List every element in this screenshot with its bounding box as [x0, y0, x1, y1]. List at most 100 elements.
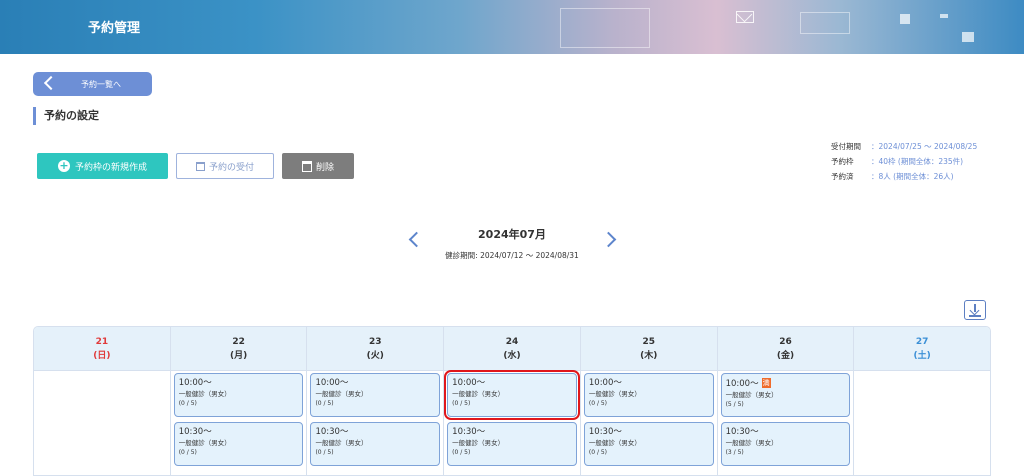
full-badge: 満	[761, 378, 771, 388]
slot-name: 一般健診（男女）	[588, 439, 641, 447]
reservation-slot[interactable]: 10:30～ 一般健診（男女） (0 / 5)	[583, 422, 714, 466]
back-button-label: 予約一覧へ	[81, 80, 121, 89]
accept-label: 予約の受付	[208, 162, 254, 173]
reservation-slot[interactable]: 10:00～ 一般健診（男女） (0 / 5)	[583, 373, 714, 417]
accept-reservation-button[interactable]: 予約の受付	[176, 153, 274, 179]
delete-button[interactable]: 削除	[282, 153, 354, 179]
period-key: 受付期間	[831, 142, 861, 151]
decor-block	[900, 14, 910, 24]
reservation-slot[interactable]: 10:30～ 一般健診（男女） (3 / 5)	[720, 422, 851, 466]
slot-time: 10:00～	[452, 378, 486, 388]
day-header-25: 25 (木)	[581, 327, 718, 370]
day-header-22: 22 (月)	[171, 327, 308, 370]
trash-icon	[301, 160, 312, 172]
delete-label: 削除	[315, 162, 334, 173]
slot-count: (0 / 5)	[588, 449, 608, 456]
day-date: 25	[642, 337, 655, 347]
day-date: 26	[779, 337, 792, 347]
reservation-slot[interactable]: 10:30～ 一般健診（男女） (0 / 5)	[173, 422, 304, 466]
mail-icon	[736, 11, 754, 23]
day-header-23: 23 (火)	[307, 327, 445, 370]
reservation-slot[interactable]: 10:00～満一般健診（男女） (5 / 5)	[720, 373, 851, 417]
month-label: 2024年07月	[478, 228, 546, 241]
slot-time: 10:00～	[588, 378, 622, 388]
slot-count: (0 / 5)	[315, 449, 334, 456]
day-date: 27	[915, 337, 929, 347]
day-weekday: (水)	[503, 351, 521, 361]
slot-name: 一般健診（男女）	[178, 439, 231, 447]
day-column-23: 10:00～ 一般健診（男女） (0 / 5) 10:30～ 一般健診（男女） (0 / …	[307, 371, 445, 475]
create-slot-button[interactable]: + 予約枠の新規作成	[37, 153, 168, 179]
plus-icon: +	[57, 159, 70, 172]
slot-time: 10:00～満	[725, 378, 771, 389]
slot-count: (0 / 5)	[452, 400, 471, 407]
reservation-slot[interactable]: 10:30～ 一般健診（男女） (0 / 5)	[310, 422, 441, 466]
day-header-27: 27 (土)	[854, 327, 990, 370]
slot-time: 10:00～	[178, 378, 212, 388]
day-weekday: (金)	[776, 351, 795, 361]
day-date: 23	[369, 337, 382, 347]
decor-block	[940, 14, 948, 18]
slot-time: 10:00～	[315, 378, 349, 388]
booked-key: 予約済	[831, 172, 854, 181]
calendar-header: 21 (日) 22 (月) 23 (火) 24 (水) 25 (木) 26 (金) 27 (土)	[34, 327, 990, 371]
slot-count: (0 / 5)	[315, 400, 334, 407]
reservation-slot[interactable]: 10:00～ 一般健診（男女） (0 / 5)	[173, 373, 304, 417]
day-header-21: 21 (日)	[34, 327, 171, 370]
day-date: 22	[232, 337, 245, 347]
day-column-24: 10:00～ 一般健診（男女） (0 / 5) 10:30～ 一般健診（男女） (0 / …	[444, 370, 581, 475]
slot-name: 一般健診（男女）	[725, 439, 778, 447]
checkup-period: 健診期間: 2024/07/12 ～ 2024/08/31	[445, 251, 579, 260]
day-weekday: (火)	[366, 351, 384, 361]
app-title: 予約管理	[88, 21, 141, 36]
day-column-27	[854, 371, 990, 475]
decor-block	[962, 32, 974, 42]
day-header-24: 24 (水)	[444, 327, 581, 370]
slot-time: 10:30～	[452, 427, 486, 437]
day-date: 21	[95, 337, 109, 347]
week-calendar: 21 (日) 22 (月) 23 (火) 24 (水) 25 (木) 26 (金) 27 (土) 10:0…	[33, 326, 991, 476]
slot-name: 一般健診（男女）	[452, 390, 505, 398]
calendar-body: 10:00～ 一般健診（男女） (0 / 5) 10:30～ 一般健診（男女） (0 / …	[34, 370, 990, 475]
day-date: 24	[505, 337, 519, 347]
day-weekday: (月)	[229, 351, 248, 361]
slot-name: 一般健診（男女）	[315, 439, 368, 447]
day-header-26: 26 (金)	[718, 327, 855, 370]
download-icon[interactable]	[964, 300, 986, 320]
decor-frame	[560, 8, 650, 48]
slot-name: 一般健診（男女）	[315, 390, 368, 398]
day-weekday: (日)	[93, 351, 111, 361]
reservation-slot[interactable]: 10:00～ 一般健診（男女） (0 / 5)	[310, 373, 441, 417]
slot-count: (5 / 5)	[725, 401, 744, 408]
slot-name: 一般健診（男女）	[725, 391, 778, 399]
slot-name: 一般健診（男女）	[178, 390, 231, 398]
day-column-26: 10:00～満一般健診（男女） (5 / 5) 10:30～ 一般健診（男女） (3 /…	[718, 371, 855, 475]
header-banner: 予約管理	[0, 0, 1024, 54]
decor-frame	[800, 12, 850, 34]
calendar-icon	[195, 161, 205, 171]
period-value: ：2024/07/25 ～ 2024/08/25	[871, 142, 978, 151]
booked-value: ：8人 (期間全体：26人)	[871, 172, 954, 181]
day-column-25: 10:00～ 一般健診（男女） (0 / 5) 10:30～ 一般健診（男女） (0 / …	[581, 371, 718, 475]
slot-time: 10:30～	[315, 427, 349, 437]
reservation-slot[interactable]: 10:00～ 一般健診（男女） (0 / 5)	[444, 370, 580, 420]
slot-count: (0 / 5)	[452, 449, 471, 456]
slot-name: 一般健診（男女）	[588, 390, 641, 398]
slot-count: (0 / 5)	[178, 400, 197, 407]
reservation-summary: 受付期間 ：2024/07/25 ～ 2024/08/25 予約枠 ：40枠 (期間…	[831, 139, 977, 184]
page-title: 予約の設定	[33, 107, 99, 125]
reservation-slot[interactable]: 10:30～ 一般健診（男女） (0 / 5)	[447, 422, 577, 466]
create-slot-label: 予約枠の新規作成	[74, 162, 147, 173]
day-column-21	[34, 371, 171, 475]
slot-count: (3 / 5)	[725, 449, 744, 456]
slot-time: 10:30～	[588, 427, 622, 437]
back-to-list-button[interactable]: 予約一覧へ	[33, 72, 152, 96]
slot-time: 10:30～	[178, 427, 212, 437]
day-weekday: (木)	[640, 351, 658, 361]
chevron-left-icon	[43, 75, 59, 91]
day-weekday: (土)	[913, 351, 931, 361]
slots-key: 予約枠	[831, 157, 854, 166]
slot-name: 一般健診（男女）	[452, 439, 505, 447]
slot-time: 10:30～	[725, 427, 759, 437]
slots-value: ：40枠 (期間全体：235件)	[871, 157, 964, 166]
